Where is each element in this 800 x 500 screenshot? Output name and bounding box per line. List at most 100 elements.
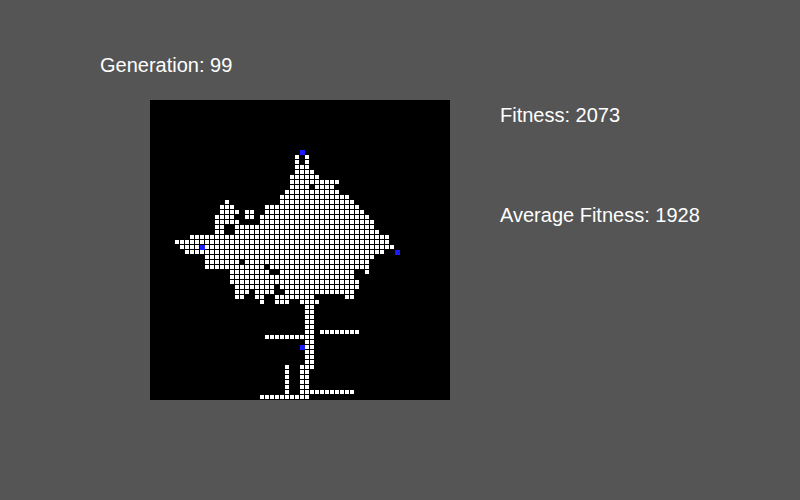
grid-cell [305, 265, 309, 269]
grid-cell [285, 395, 289, 399]
grid-cell [280, 275, 284, 279]
grid-cell [270, 255, 274, 259]
grid-cell [300, 195, 304, 199]
grid-cell [225, 255, 229, 259]
grid-cell [200, 240, 204, 244]
grid-cell [235, 295, 239, 299]
grid-cell [185, 240, 189, 244]
grid-cell [220, 255, 224, 259]
grid-cell [335, 280, 339, 284]
grid-cell [250, 250, 254, 254]
grid-cell [370, 220, 374, 224]
grid-cell [310, 200, 314, 204]
grid-cell [325, 190, 329, 194]
grid-cell [370, 235, 374, 239]
grid-cell [205, 235, 209, 239]
grid-cell [240, 255, 244, 259]
grid-cell [280, 220, 284, 224]
grid-cell [325, 280, 329, 284]
grid-cell [320, 270, 324, 274]
grid-cell [320, 240, 324, 244]
grid-cell [345, 235, 349, 239]
grid-cell [280, 240, 284, 244]
grid-cell [335, 240, 339, 244]
grid-cell [260, 265, 264, 269]
grid-cell [195, 245, 199, 249]
grid-cell [315, 265, 319, 269]
grid-cell [300, 385, 304, 389]
grid-cell [310, 195, 314, 199]
grid-cell [300, 230, 304, 234]
grid-cell [300, 255, 304, 259]
grid-cell [285, 290, 289, 294]
grid-cell [270, 250, 274, 254]
grid-cell [305, 285, 309, 289]
grid-cell [310, 220, 314, 224]
grid-cell [235, 285, 239, 289]
grid-cell [290, 295, 294, 299]
grid-cell [365, 240, 369, 244]
world-grid [150, 100, 450, 400]
grid-cell [290, 255, 294, 259]
grid-cell [285, 190, 289, 194]
grid-cell [310, 210, 314, 214]
grid-cell [325, 250, 329, 254]
grid-cell [225, 215, 229, 219]
seed-cell [300, 150, 305, 155]
grid-cell [360, 235, 364, 239]
grid-cell [285, 240, 289, 244]
grid-cell [355, 245, 359, 249]
grid-cell [235, 240, 239, 244]
grid-cell [290, 200, 294, 204]
grid-cell [310, 300, 314, 304]
grid-cell [305, 325, 309, 329]
grid-cell [290, 290, 294, 294]
grid-cell [345, 330, 349, 334]
grid-cell [215, 235, 219, 239]
grid-cell [270, 395, 274, 399]
grid-cell [220, 215, 224, 219]
grid-cell [310, 355, 314, 359]
grid-cell [330, 205, 334, 209]
grid-cell [315, 190, 319, 194]
grid-cell [325, 180, 329, 184]
grid-cell [250, 285, 254, 289]
grid-cell [290, 280, 294, 284]
grid-cell [340, 245, 344, 249]
grid-cell [245, 235, 249, 239]
grid-cell [330, 390, 334, 394]
grid-cell [310, 275, 314, 279]
grid-cell [305, 340, 309, 344]
grid-cell [215, 250, 219, 254]
grid-cell [320, 265, 324, 269]
grid-cell [275, 280, 279, 284]
grid-cell [230, 205, 234, 209]
grid-cell [330, 240, 334, 244]
grid-cell [215, 215, 219, 219]
grid-cell [225, 265, 229, 269]
grid-cell [300, 290, 304, 294]
grid-cell [275, 275, 279, 279]
grid-cell [355, 240, 359, 244]
grid-cell [280, 205, 284, 209]
grid-cell [320, 195, 324, 199]
grid-cell [345, 200, 349, 204]
grid-cell [340, 215, 344, 219]
grid-cell [255, 260, 259, 264]
grid-cell [285, 300, 289, 304]
grid-cell [280, 295, 284, 299]
grid-cell [250, 265, 254, 269]
grid-cell [260, 280, 264, 284]
grid-cell [360, 215, 364, 219]
grid-cell [360, 220, 364, 224]
grid-cell [290, 245, 294, 249]
grid-cell [230, 265, 234, 269]
grid-cell [210, 260, 214, 264]
grid-cell [350, 270, 354, 274]
grid-cell [310, 360, 314, 364]
grid-cell [355, 215, 359, 219]
grid-cell [275, 255, 279, 259]
grid-cell [220, 260, 224, 264]
grid-cell [320, 185, 324, 189]
grid-cell [285, 385, 289, 389]
